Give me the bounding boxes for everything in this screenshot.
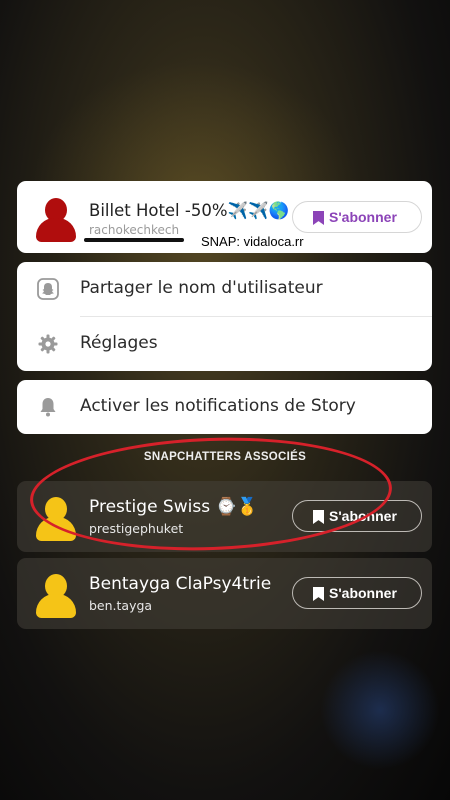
share-username-item[interactable]: Partager le nom d'utilisateur [17, 262, 432, 317]
redaction-bar [84, 238, 184, 242]
related-avatar[interactable] [36, 497, 76, 541]
related-name: Bentayga ClaPsy4trie [89, 574, 272, 594]
gear-icon [38, 334, 58, 354]
related-subscribe-button[interactable]: S'abonner [292, 500, 422, 532]
related-subscribe-button[interactable]: S'abonner [292, 577, 422, 609]
related-username: ben.tayga [89, 598, 153, 613]
bell-icon [40, 398, 56, 417]
settings-item[interactable]: Réglages [17, 317, 432, 371]
related-username: prestigephuket [89, 521, 184, 536]
bookmark-icon [313, 211, 324, 225]
story-notifications-label: Activer les notifications de Story [80, 396, 356, 416]
background-blue-glow [320, 650, 440, 770]
profile-subscribe-button[interactable]: S'abonner [292, 201, 422, 233]
related-avatar[interactable] [36, 574, 76, 618]
menu-card: Partager le nom d'utilisateur Réglages [17, 262, 432, 371]
bookmark-icon [313, 510, 324, 524]
snap-caption: SNAP: vidaloca.rr [201, 234, 304, 249]
story-notifications-item[interactable]: Activer les notifications de Story [17, 380, 432, 434]
subscribe-label: S'abonner [329, 508, 397, 524]
share-username-label: Partager le nom d'utilisateur [80, 278, 323, 298]
related-name: Prestige Swiss ⌚🥇 [89, 497, 258, 517]
profile-username: rachokechkech [89, 223, 180, 237]
profile-name: Billet Hotel -50%✈️✈️🌎 [89, 201, 290, 220]
bookmark-icon [313, 587, 324, 601]
subscribe-label: S'abonner [329, 209, 397, 225]
related-item[interactable]: Bentayga ClaPsy4trie ben.tayga S'abonner [17, 558, 432, 629]
settings-label: Réglages [80, 333, 158, 353]
snapchat-ghost-icon [37, 278, 59, 300]
related-item[interactable]: Prestige Swiss ⌚🥇 prestigephuket S'abonn… [17, 481, 432, 552]
notifications-card: Activer les notifications de Story [17, 380, 432, 434]
related-snapchatters-title: SNAPCHATTERS ASSOCIÉS [143, 451, 307, 463]
profile-avatar[interactable] [36, 198, 76, 242]
subscribe-label: S'abonner [329, 585, 397, 601]
